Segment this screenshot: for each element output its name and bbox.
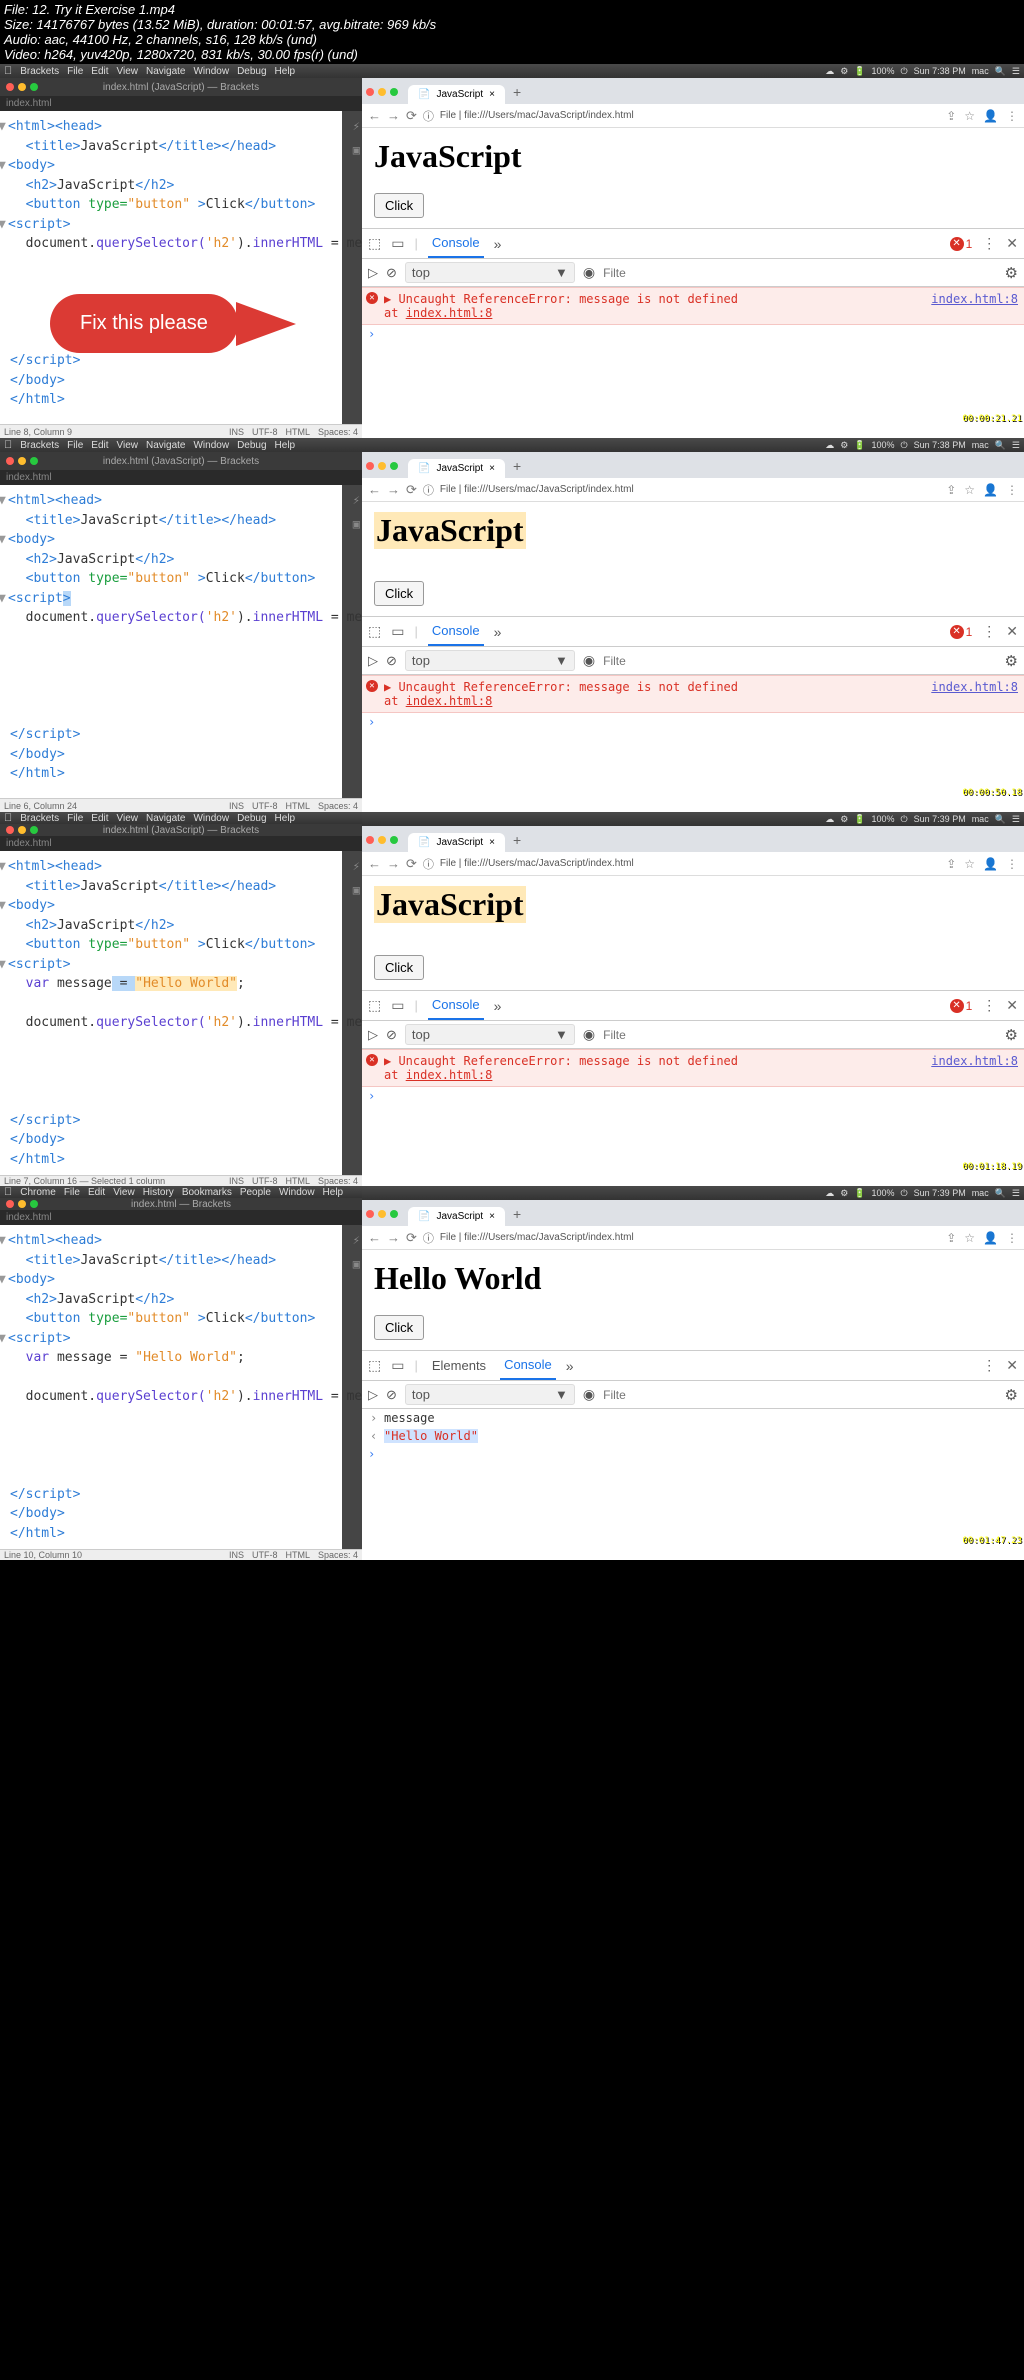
page-body: JavaScript Click: [362, 128, 1024, 228]
eye-icon[interactable]: ◉: [583, 264, 595, 281]
reload-icon[interactable]: ⟳: [406, 108, 417, 124]
code-editor[interactable]: ⚡▣ ▼<html><head> <title>JavaScript</titl…: [0, 111, 362, 424]
console-tab[interactable]: Console: [428, 229, 484, 258]
apple-icon[interactable]: : [4, 65, 12, 77]
kebab-icon[interactable]: ⋮: [982, 235, 996, 252]
editor-pane:  BracketsFileEditViewNavigateWindowDebu…: [0, 64, 362, 438]
browser-tab[interactable]: 📄JavaScript×: [408, 85, 505, 104]
console-error[interactable]: ✕ index.html:8 ▶ Uncaught ReferenceError…: [362, 287, 1024, 325]
window-titlebar: index.html (JavaScript) — Brackets: [0, 78, 362, 96]
close-devtools-icon[interactable]: ✕: [1006, 235, 1018, 252]
click-button[interactable]: Click: [374, 193, 424, 218]
browser-pane: ☁⚙🔋100%⏻Sun 7:38 PMmac🔍☰ 📄JavaScript× + …: [362, 64, 1024, 438]
filter-input[interactable]: [603, 266, 639, 280]
forward-icon[interactable]: →: [387, 108, 400, 123]
more-tabs-icon[interactable]: »: [494, 236, 502, 252]
new-tab-button[interactable]: +: [507, 84, 527, 100]
annotation-callout: Fix this please: [50, 294, 238, 353]
browser-tabbar[interactable]: 📄JavaScript× +: [362, 78, 1024, 104]
extension-icon: ▣: [353, 141, 360, 159]
console-input-line: message: [362, 1409, 1024, 1427]
play-icon[interactable]: ▷: [368, 265, 378, 281]
share-icon: ⇪: [946, 109, 956, 123]
clear-icon[interactable]: ⊘: [386, 265, 397, 281]
editor-statusbar: Line 8, Column 9 INSUTF-8HTMLSpaces: 4: [0, 424, 362, 438]
star-icon: ☆: [964, 109, 975, 123]
close-icon: ×: [489, 89, 495, 100]
error-badge[interactable]: ✕1: [950, 237, 973, 251]
gear-icon[interactable]: ⚙: [1005, 264, 1018, 282]
back-icon[interactable]: ←: [368, 108, 381, 123]
address-bar[interactable]: ← → ⟳ ⓘFile | file:///Users/mac/JavaScri…: [362, 104, 1024, 128]
mac-menubar[interactable]:  BracketsFileEditViewNavigateWindowDebu…: [0, 64, 362, 78]
inspect-icon[interactable]: ⬚: [368, 235, 381, 252]
file-tab[interactable]: index.html: [0, 96, 362, 111]
file-info: File: 12. Try it Exercise 1.mp4 Size: 14…: [0, 0, 1024, 64]
page-heading: JavaScript: [374, 138, 1012, 175]
console-prompt[interactable]: ›: [362, 325, 1024, 343]
profile-icon: 👤: [983, 109, 998, 123]
menu-icon: ⋮: [1006, 109, 1018, 123]
device-icon[interactable]: ▭: [391, 235, 404, 252]
live-preview-icon: ⚡: [353, 117, 360, 135]
console-output-line: "Hello World": [362, 1427, 1024, 1445]
timestamp: 00:00:21.21: [962, 414, 1022, 424]
mac-menubar-right: ☁⚙🔋100%⏻Sun 7:38 PMmac🔍☰: [362, 64, 1024, 78]
context-select[interactable]: top▼: [405, 262, 575, 283]
devtools[interactable]: ⬚ ▭ | Console » ✕1 ⋮ ✕ ▷ ⊘ top▼ ◉ ⚙ ✕: [362, 228, 1024, 438]
